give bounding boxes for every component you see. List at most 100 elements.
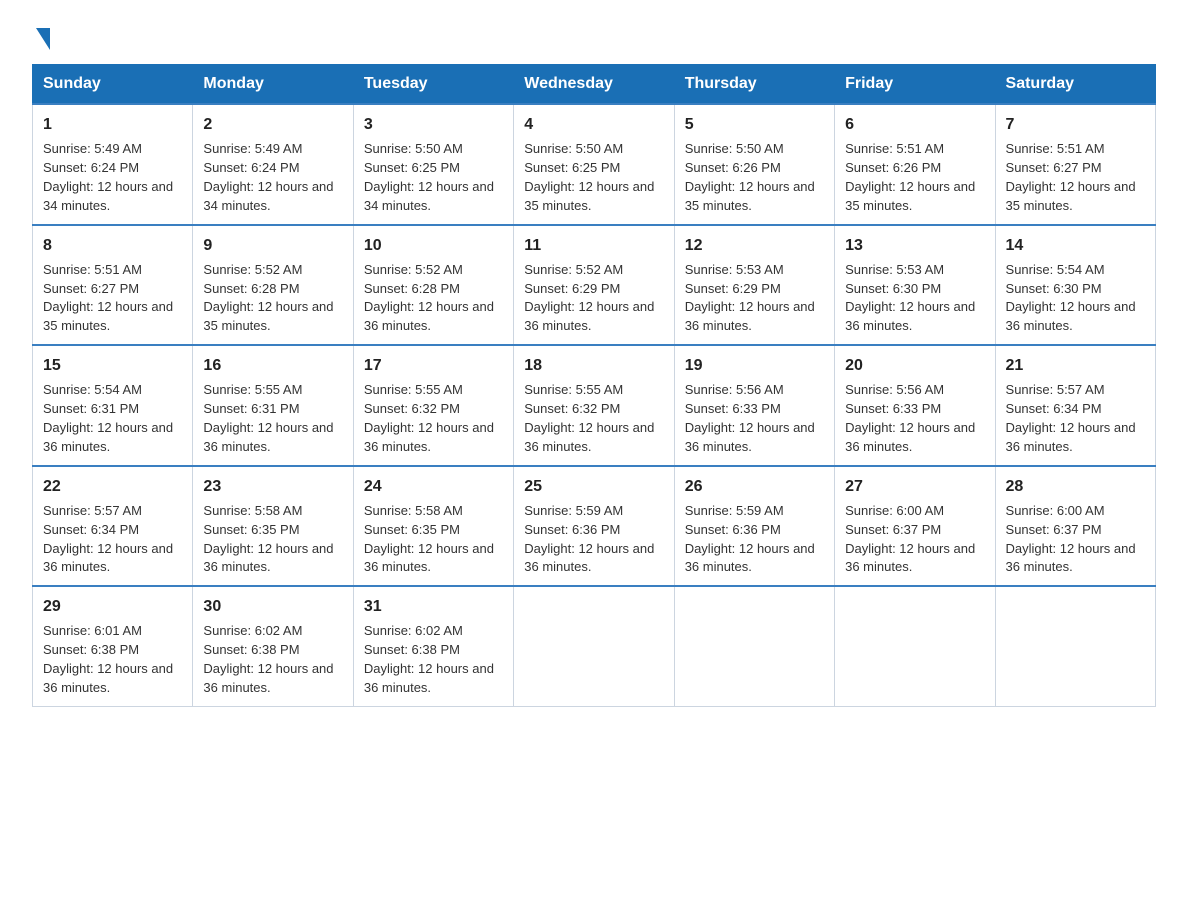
day-number: 7: [1006, 113, 1145, 136]
calendar-cell: 3Sunrise: 5:50 AMSunset: 6:25 PMDaylight…: [353, 104, 513, 225]
day-info: Sunrise: 5:58 AMSunset: 6:35 PMDaylight:…: [203, 502, 342, 577]
day-info: Sunrise: 6:01 AMSunset: 6:38 PMDaylight:…: [43, 622, 182, 697]
day-number: 12: [685, 234, 824, 257]
day-number: 27: [845, 475, 984, 498]
calendar-cell: 22 Sunrise: 5:57 AMSunset: 6:34 PMDayligh…: [33, 466, 193, 587]
day-info: Sunrise: 5:53 AMSunset: 6:29 PMDaylight:…: [685, 261, 824, 336]
calendar-cell: 8 Sunrise: 5:51 AMSunset: 6:27 PMDaylight…: [33, 225, 193, 346]
day-info: Sunrise: 6:00 AMSunset: 6:37 PMDaylight:…: [845, 502, 984, 577]
day-number: 8: [43, 234, 182, 257]
column-header-thursday: Thursday: [674, 65, 834, 105]
day-info: Sunrise: 5:56 AMSunset: 6:33 PMDaylight:…: [685, 381, 824, 456]
day-info: Sunrise: 6:02 AMSunset: 6:38 PMDaylight:…: [364, 622, 503, 697]
day-number: 10: [364, 234, 503, 257]
day-number: 29: [43, 595, 182, 618]
calendar-week-row: 1 Sunrise: 5:49 AMSunset: 6:24 PMDaylight…: [33, 104, 1156, 225]
column-header-sunday: Sunday: [33, 65, 193, 105]
day-number: 26: [685, 475, 824, 498]
column-header-saturday: Saturday: [995, 65, 1155, 105]
day-info: Sunrise: 5:50 AMSunset: 6:25 PMDaylight:…: [364, 140, 503, 215]
calendar-cell: 1 Sunrise: 5:49 AMSunset: 6:24 PMDaylight…: [33, 104, 193, 225]
day-info: Sunrise: 5:50 AMSunset: 6:26 PMDaylight:…: [685, 140, 824, 215]
day-number: 6: [845, 113, 984, 136]
calendar-cell: 12 Sunrise: 5:53 AMSunset: 6:29 PMDayligh…: [674, 225, 834, 346]
day-info: Sunrise: 5:56 AMSunset: 6:33 PMDaylight:…: [845, 381, 984, 456]
day-number: 23: [203, 475, 342, 498]
day-info: Sunrise: 5:54 AMSunset: 6:31 PMDaylight:…: [43, 381, 182, 456]
day-number: 4: [524, 113, 663, 136]
calendar-cell: 31 Sunrise: 6:02 AMSunset: 6:38 PMDayligh…: [353, 586, 513, 706]
calendar-cell: 16 Sunrise: 5:55 AMSunset: 6:31 PMDayligh…: [193, 345, 353, 466]
calendar-table: SundayMondayTuesdayWednesdayThursdayFrid…: [32, 64, 1156, 707]
day-number: 14: [1006, 234, 1145, 257]
day-number: 25: [524, 475, 663, 498]
calendar-cell: 4 Sunrise: 5:50 AMSunset: 6:25 PMDaylight…: [514, 104, 674, 225]
day-info: Sunrise: 5:52 AMSunset: 6:28 PMDaylight:…: [203, 261, 342, 336]
calendar-cell: 9 Sunrise: 5:52 AMSunset: 6:28 PMDaylight…: [193, 225, 353, 346]
calendar-cell: 25 Sunrise: 5:59 AMSunset: 6:36 PMDayligh…: [514, 466, 674, 587]
day-number: 18: [524, 354, 663, 377]
day-number: 22: [43, 475, 182, 498]
calendar-cell: 6 Sunrise: 5:51 AMSunset: 6:26 PMDaylight…: [835, 104, 995, 225]
calendar-cell: [835, 586, 995, 706]
day-info: Sunrise: 6:02 AMSunset: 6:38 PMDaylight:…: [203, 622, 342, 697]
day-number: 16: [203, 354, 342, 377]
day-number: 1: [43, 113, 182, 136]
calendar-week-row: 8 Sunrise: 5:51 AMSunset: 6:27 PMDaylight…: [33, 225, 1156, 346]
day-info: Sunrise: 5:59 AMSunset: 6:36 PMDaylight:…: [685, 502, 824, 577]
page-header: [32, 24, 1156, 46]
calendar-cell: 27 Sunrise: 6:00 AMSunset: 6:37 PMDayligh…: [835, 466, 995, 587]
calendar-cell: 23 Sunrise: 5:58 AMSunset: 6:35 PMDayligh…: [193, 466, 353, 587]
day-info: Sunrise: 5:55 AMSunset: 6:32 PMDaylight:…: [524, 381, 663, 456]
column-header-tuesday: Tuesday: [353, 65, 513, 105]
day-number: 31: [364, 595, 503, 618]
day-info: Sunrise: 5:57 AMSunset: 6:34 PMDaylight:…: [1006, 381, 1145, 456]
calendar-cell: [995, 586, 1155, 706]
day-info: Sunrise: 5:59 AMSunset: 6:36 PMDaylight:…: [524, 502, 663, 577]
day-info: Sunrise: 5:49 AMSunset: 6:24 PMDaylight:…: [203, 140, 342, 215]
calendar-cell: [514, 586, 674, 706]
calendar-week-row: 29 Sunrise: 6:01 AMSunset: 6:38 PMDayligh…: [33, 586, 1156, 706]
day-number: 15: [43, 354, 182, 377]
calendar-cell: 5 Sunrise: 5:50 AMSunset: 6:26 PMDaylight…: [674, 104, 834, 225]
day-info: Sunrise: 5:55 AMSunset: 6:31 PMDaylight:…: [203, 381, 342, 456]
day-info: Sunrise: 5:58 AMSunset: 6:35 PMDaylight:…: [364, 502, 503, 577]
day-number: 9: [203, 234, 342, 257]
day-info: Sunrise: 5:49 AMSunset: 6:24 PMDaylight:…: [43, 140, 182, 215]
day-info: Sunrise: 5:52 AMSunset: 6:28 PMDaylight:…: [364, 261, 503, 336]
calendar-cell: 26 Sunrise: 5:59 AMSunset: 6:36 PMDayligh…: [674, 466, 834, 587]
day-number: 20: [845, 354, 984, 377]
calendar-week-row: 15 Sunrise: 5:54 AMSunset: 6:31 PMDayligh…: [33, 345, 1156, 466]
day-number: 5: [685, 113, 824, 136]
day-info: Sunrise: 5:51 AMSunset: 6:27 PMDaylight:…: [43, 261, 182, 336]
logo-arrow-icon: [36, 28, 50, 50]
calendar-cell: 24 Sunrise: 5:58 AMSunset: 6:35 PMDayligh…: [353, 466, 513, 587]
calendar-cell: 28 Sunrise: 6:00 AMSunset: 6:37 PMDayligh…: [995, 466, 1155, 587]
column-header-wednesday: Wednesday: [514, 65, 674, 105]
day-number: 21: [1006, 354, 1145, 377]
day-info: Sunrise: 5:53 AMSunset: 6:30 PMDaylight:…: [845, 261, 984, 336]
calendar-header-row: SundayMondayTuesdayWednesdayThursdayFrid…: [33, 65, 1156, 105]
day-info: Sunrise: 5:51 AMSunset: 6:26 PMDaylight:…: [845, 140, 984, 215]
calendar-cell: 20 Sunrise: 5:56 AMSunset: 6:33 PMDayligh…: [835, 345, 995, 466]
calendar-cell: [674, 586, 834, 706]
calendar-cell: 10 Sunrise: 5:52 AMSunset: 6:28 PMDayligh…: [353, 225, 513, 346]
logo: [32, 24, 50, 46]
calendar-cell: 14 Sunrise: 5:54 AMSunset: 6:30 PMDayligh…: [995, 225, 1155, 346]
day-number: 30: [203, 595, 342, 618]
day-info: Sunrise: 5:50 AMSunset: 6:25 PMDaylight:…: [524, 140, 663, 215]
day-number: 24: [364, 475, 503, 498]
day-number: 17: [364, 354, 503, 377]
day-info: Sunrise: 5:55 AMSunset: 6:32 PMDaylight:…: [364, 381, 503, 456]
day-info: Sunrise: 5:54 AMSunset: 6:30 PMDaylight:…: [1006, 261, 1145, 336]
calendar-cell: 18 Sunrise: 5:55 AMSunset: 6:32 PMDayligh…: [514, 345, 674, 466]
day-number: 2: [203, 113, 342, 136]
day-info: Sunrise: 6:00 AMSunset: 6:37 PMDaylight:…: [1006, 502, 1145, 577]
day-number: 28: [1006, 475, 1145, 498]
day-info: Sunrise: 5:57 AMSunset: 6:34 PMDaylight:…: [43, 502, 182, 577]
calendar-cell: 17 Sunrise: 5:55 AMSunset: 6:32 PMDayligh…: [353, 345, 513, 466]
calendar-cell: 13Sunrise: 5:53 AMSunset: 6:30 PMDayligh…: [835, 225, 995, 346]
day-number: 11: [524, 234, 663, 257]
calendar-cell: 2 Sunrise: 5:49 AMSunset: 6:24 PMDaylight…: [193, 104, 353, 225]
column-header-friday: Friday: [835, 65, 995, 105]
